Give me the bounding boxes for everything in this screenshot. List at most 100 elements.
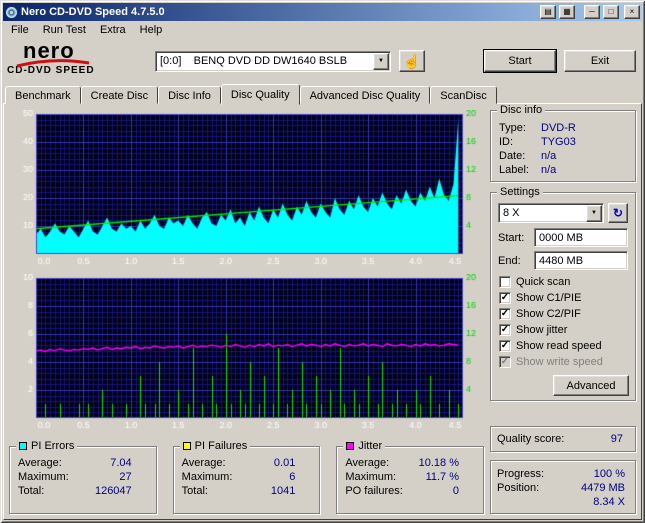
pi-failures-stats-box: PI Failures Average: 0.01 Maximum: 6 Total… xyxy=(172,440,321,514)
pi-errors-chart xyxy=(9,110,484,268)
app-disc-icon xyxy=(5,5,18,19)
grid-icon: ▦ xyxy=(563,7,571,16)
stat-value: 126047 xyxy=(94,485,132,497)
scan-speed-select[interactable]: 8 X ▼ xyxy=(498,203,604,223)
checkbox-label: Show C1/PIE xyxy=(516,292,582,304)
stat-value: 1041 xyxy=(270,485,296,497)
info-label: ID: xyxy=(499,136,514,148)
progress-value: 100 % xyxy=(593,468,625,480)
stat-value: 27 xyxy=(119,471,132,483)
disc-options-button[interactable]: ☝ xyxy=(399,50,425,72)
checkbox-box[interactable]: ✓ xyxy=(499,308,511,320)
info-label: Type: xyxy=(499,122,526,134)
charts-area: PI Errors Average: 7.04 Maximum: 27 Total:… xyxy=(9,110,485,514)
progress-box: Progress: 100 % Position: 4479 MB 8.34 X xyxy=(490,460,636,514)
titlebar-tool1-button[interactable]: ▤ xyxy=(540,5,556,19)
drive-select-value: [0:0] BENQ DVD DD DW1640 BSLB xyxy=(160,55,348,67)
position-label: Position: xyxy=(497,482,540,494)
minimize-button[interactable]: ─ xyxy=(584,5,600,19)
settings-title: Settings xyxy=(497,186,543,198)
tab-strip: Benchmark Create Disc Disc Info Disc Qua… xyxy=(3,83,642,105)
speed-row-label xyxy=(497,496,547,508)
end-label: End: xyxy=(498,254,521,267)
stat-value: 6 xyxy=(289,471,296,483)
progress-label: Progress: xyxy=(497,468,545,480)
show-read-speed-checkbox[interactable]: ✓ Show read speed xyxy=(497,338,629,354)
scan-speed-value: 8 X xyxy=(503,207,520,219)
tab-scandisc[interactable]: ScanDisc xyxy=(430,86,497,104)
stat-label: Maximum: xyxy=(18,471,69,483)
refresh-button[interactable]: ↻ xyxy=(608,203,628,223)
statistics-row: PI Errors Average: 7.04 Maximum: 27 Total:… xyxy=(9,440,485,514)
checkbox-box[interactable]: ✓ xyxy=(499,324,511,336)
stat-label: Average: xyxy=(345,457,390,469)
stat-value: 0.01 xyxy=(273,457,296,469)
minimize-icon: ─ xyxy=(589,7,595,16)
chevron-down-icon: ▼ xyxy=(591,210,597,216)
chevron-down-icon: ▼ xyxy=(378,58,384,64)
pi-errors-stats-title: PI Errors xyxy=(31,440,75,452)
stat-value: 0 xyxy=(452,485,460,497)
tab-disc-quality[interactable]: Disc Quality xyxy=(220,84,300,105)
speed-dropdown-button[interactable]: ▼ xyxy=(586,204,602,222)
disc-id-value: TYG03 xyxy=(541,136,576,148)
pi-errors-color-swatch xyxy=(19,442,27,450)
maximize-button[interactable]: □ xyxy=(603,5,619,19)
window-title: Nero CD-DVD Speed 4.7.5.0 xyxy=(21,6,165,18)
checkbox-box[interactable]: ✓ xyxy=(499,292,511,304)
show-c2-pif-checkbox[interactable]: ✓ Show C2/PIF xyxy=(497,306,629,322)
side-panel: Disc info Type: DVD-R ID: TYG03 Date: n/a L… xyxy=(490,104,636,514)
show-jitter-checkbox[interactable]: ✓ Show jitter xyxy=(497,322,629,338)
checkbox-label: Quick scan xyxy=(516,276,571,288)
show-c1-pie-checkbox[interactable]: ✓ Show C1/PIE xyxy=(497,290,629,306)
titlebar-tool2-button[interactable]: ▦ xyxy=(559,5,575,19)
checkbox-box[interactable] xyxy=(499,276,511,288)
nero-logo: nero CD-DVD SPEED xyxy=(5,40,147,81)
stat-label: Average: xyxy=(181,457,226,469)
stat-label: Maximum: xyxy=(181,471,233,483)
checkbox-label: Show jitter xyxy=(516,324,568,336)
quality-score-value: 97 xyxy=(610,433,623,445)
title-bar: Nero CD-DVD Speed 4.7.5.0 ▤ ▦ ─ □ × xyxy=(3,3,642,21)
pi-failures-color-swatch xyxy=(182,442,191,450)
tab-disc-info[interactable]: Disc Info xyxy=(158,86,221,104)
tab-benchmark[interactable]: Benchmark xyxy=(5,86,81,104)
menu-bar: File Run Test Extra Help xyxy=(3,21,642,39)
stat-label: Maximum: xyxy=(345,471,397,483)
close-button[interactable]: × xyxy=(624,5,640,19)
checkbox-box[interactable]: ✓ xyxy=(499,340,511,352)
disc-date-value: n/a xyxy=(541,150,557,162)
refresh-icon: ↻ xyxy=(612,206,624,220)
quality-score-label: Quality score: xyxy=(497,433,565,445)
app-window: Nero CD-DVD Speed 4.7.5.0 ▤ ▦ ─ □ × File… xyxy=(0,0,645,523)
stat-value: 11.7 % xyxy=(425,471,460,483)
checkbox-label: Show write speed xyxy=(516,356,603,368)
menu-help[interactable]: Help xyxy=(133,22,170,38)
checkbox-label: Show read speed xyxy=(516,340,602,352)
jitter-color-swatch xyxy=(346,442,355,450)
menu-extra[interactable]: Extra xyxy=(93,22,133,38)
quick-scan-checkbox[interactable]: Quick scan xyxy=(497,274,629,290)
grid-icon: ▤ xyxy=(544,7,552,16)
maximize-icon: □ xyxy=(608,7,614,16)
advanced-button[interactable]: Advanced xyxy=(553,375,629,396)
stat-label: Average: xyxy=(18,457,62,469)
drive-select[interactable]: [0:0] BENQ DVD DD DW1640 BSLB ▼ xyxy=(155,50,391,72)
menu-file[interactable]: File xyxy=(4,22,36,38)
disc-info-box: Disc info Type: DVD-R ID: TYG03 Date: n/a L… xyxy=(490,104,636,182)
close-icon: × xyxy=(629,7,635,16)
menu-run-test[interactable]: Run Test xyxy=(36,22,93,38)
pi-failures-stats-title: PI Failures xyxy=(194,440,248,452)
jitter-stats-box: Jitter Average: 10.18 % Maximum: 11.7 % PO… xyxy=(336,440,485,514)
start-button[interactable]: Start xyxy=(483,49,557,73)
drive-dropdown-button[interactable]: ▼ xyxy=(373,52,389,70)
start-position-input[interactable]: 0000 MB xyxy=(534,228,628,247)
exit-button[interactable]: Exit xyxy=(564,50,636,72)
checkbox-box: ✓ xyxy=(499,356,511,368)
tab-create-disc[interactable]: Create Disc xyxy=(80,86,159,104)
tab-advanced-disc-quality[interactable]: Advanced Disc Quality xyxy=(299,86,431,104)
disc-info-title: Disc info xyxy=(497,104,546,116)
nero-logo-swoosh xyxy=(16,59,90,68)
disc-type-value: DVD-R xyxy=(541,122,576,134)
end-position-input[interactable]: 4480 MB xyxy=(534,251,628,270)
